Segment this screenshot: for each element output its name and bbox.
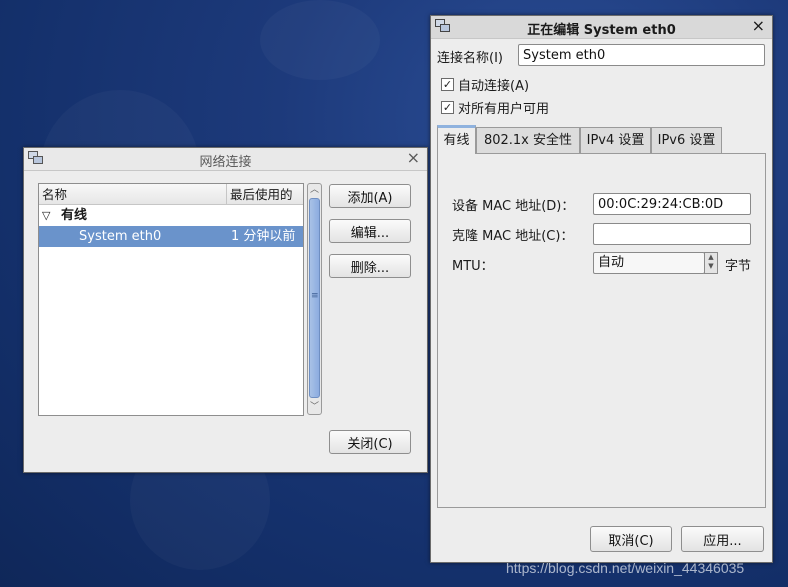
- device-mac-field[interactable]: [593, 193, 751, 215]
- mtu-unit-label: 字节: [725, 259, 752, 274]
- connection-name-label: 连接名称(I): [437, 51, 503, 66]
- connection-last-used: 1 分钟以前: [231, 229, 296, 244]
- cancel-button[interactable]: 取消(C): [590, 526, 672, 552]
- vertical-scrollbar[interactable]: ︿ ≡ ﹀: [307, 183, 322, 415]
- mtu-stepper[interactable]: ▲ ▼: [704, 252, 718, 274]
- connections-list[interactable]: 名称 最后使用的 ▽ 有线 System eth0 1 分钟以前: [38, 183, 304, 416]
- connection-name: System eth0: [79, 229, 162, 244]
- column-header-name[interactable]: 名称: [39, 184, 227, 205]
- window-titlebar[interactable]: 正在编辑 System eth0 ×: [431, 16, 772, 39]
- tab-8021x-security[interactable]: 802.1x 安全性: [476, 127, 580, 153]
- edit-connection-window: 正在编辑 System eth0 × 连接名称(I) ✓ 自动连接(A) ✓ 对…: [430, 15, 773, 563]
- apply-button[interactable]: 应用...: [681, 526, 764, 552]
- chevron-down-icon[interactable]: ▼: [705, 262, 717, 271]
- cloned-mac-field[interactable]: [593, 223, 751, 245]
- delete-button[interactable]: 删除...: [329, 254, 411, 278]
- grip-icon: ≡: [311, 291, 319, 301]
- window-title: 网络连接: [199, 155, 252, 170]
- chevron-up-icon[interactable]: ▲: [705, 253, 717, 262]
- all-users-checkbox[interactable]: ✓: [441, 101, 454, 114]
- tab-ipv4-settings[interactable]: IPv4 设置: [580, 127, 651, 153]
- network-connections-window: 网络连接 × 名称 最后使用的 ▽ 有线 System eth0 1 分钟以前 …: [23, 147, 428, 473]
- connection-name-field[interactable]: [518, 44, 765, 66]
- window-titlebar[interactable]: 网络连接 ×: [24, 148, 427, 171]
- tab-panel: 设备 MAC 地址(D)： 克隆 MAC 地址(C)： MTU： 自动 ▲ ▼ …: [437, 153, 766, 508]
- group-row-wired[interactable]: ▽ 有线: [39, 205, 303, 226]
- table-row[interactable]: System eth0 1 分钟以前: [39, 226, 303, 247]
- edit-button[interactable]: 编辑...: [329, 219, 411, 243]
- close-button[interactable]: 关闭(C): [329, 430, 411, 454]
- all-users-label[interactable]: 对所有用户可用: [458, 98, 549, 117]
- window-title: 正在编辑 System eth0: [527, 23, 676, 38]
- mtu-label: MTU：: [452, 259, 494, 274]
- scrollbar-thumb[interactable]: ≡: [309, 198, 320, 398]
- scroll-up-icon[interactable]: ︿: [308, 184, 321, 197]
- watermark-text: https://blog.csdn.net/weixin_44346035: [506, 560, 745, 576]
- device-mac-label: 设备 MAC 地址(D)：: [452, 199, 575, 214]
- mtu-spin-field[interactable]: 自动: [593, 252, 705, 274]
- auto-connect-label[interactable]: 自动连接(A): [458, 75, 529, 94]
- group-label: 有线: [61, 208, 88, 223]
- mtu-value: 自动: [598, 255, 625, 270]
- close-icon[interactable]: ×: [407, 149, 420, 167]
- scroll-down-icon[interactable]: ﹀: [308, 401, 321, 414]
- tab-wired[interactable]: 有线: [437, 125, 476, 154]
- add-button[interactable]: 添加(A): [329, 184, 411, 208]
- tab-ipv6-settings[interactable]: IPv6 设置: [651, 127, 722, 153]
- column-header-last-used[interactable]: 最后使用的: [227, 184, 303, 205]
- expander-triangle-icon[interactable]: ▽: [42, 205, 50, 226]
- close-icon[interactable]: ×: [752, 17, 765, 35]
- cloned-mac-label: 克隆 MAC 地址(C)：: [452, 229, 574, 244]
- auto-connect-checkbox[interactable]: ✓: [441, 78, 454, 91]
- desktop-background-shape: [260, 0, 380, 80]
